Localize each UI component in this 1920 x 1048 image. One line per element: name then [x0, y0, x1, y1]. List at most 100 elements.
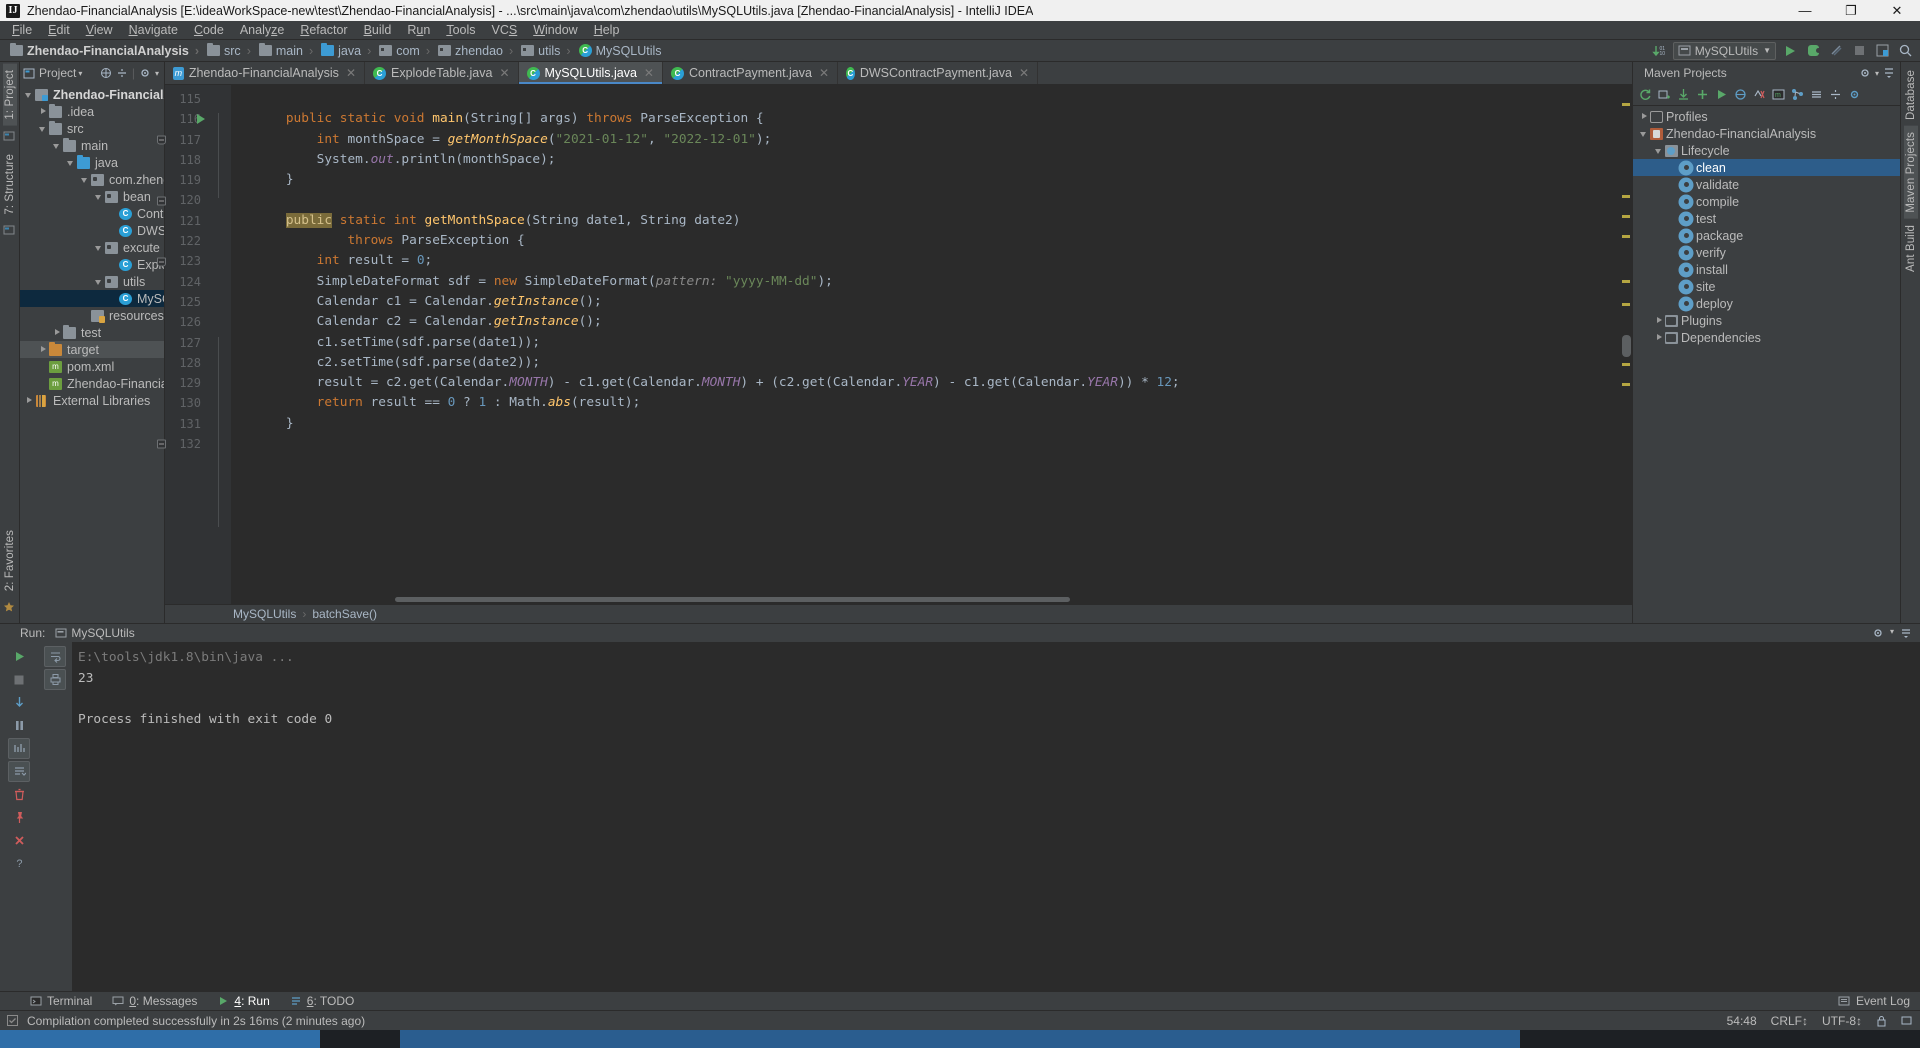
- code-editor[interactable]: public static void main(String[] args) t…: [231, 85, 1632, 604]
- tree-node-resources[interactable]: resources: [20, 307, 164, 324]
- maven-node-dependencies[interactable]: Dependencies: [1633, 329, 1900, 346]
- settings-gear-icon[interactable]: [139, 67, 151, 79]
- tree-node-excute[interactable]: excute: [20, 239, 164, 256]
- disclosure-triangle[interactable]: [1669, 162, 1680, 173]
- tool-strip-tab-ant-build[interactable]: Ant Build: [1904, 219, 1918, 278]
- disclosure-triangle[interactable]: [108, 225, 119, 236]
- tool-strip-tab-1--project[interactable]: 1: Project: [2, 64, 17, 126]
- tree-node-contractpayment[interactable]: ContractPayment: [20, 205, 164, 222]
- print-icon[interactable]: [44, 669, 66, 690]
- stop-icon[interactable]: [8, 669, 30, 690]
- breadcrumb-item-java[interactable]: java ›: [317, 42, 375, 60]
- scroll-from-source-icon[interactable]: [100, 67, 112, 79]
- tree-node-test[interactable]: test: [20, 324, 164, 341]
- maven-node-lifecycle[interactable]: Lifecycle: [1633, 142, 1900, 159]
- disclosure-triangle[interactable]: [1669, 196, 1680, 207]
- search-everywhere-icon[interactable]: [1896, 42, 1914, 60]
- skip-tests-icon[interactable]: [1750, 86, 1768, 104]
- download-sources-icon[interactable]: [1674, 86, 1692, 104]
- maven-node-zhendao-financialanalysis[interactable]: Zhendao-FinancialAnalysis: [1633, 125, 1900, 142]
- tree-node-zhendao-financialan[interactable]: Zhendao-FinancialAn: [20, 375, 164, 392]
- layout-button[interactable]: [1873, 42, 1891, 60]
- maven-node-plugins[interactable]: Plugins: [1633, 312, 1900, 329]
- tool-window-button-6--todo[interactable]: 6: TODO: [280, 992, 365, 1011]
- pin-icon[interactable]: [8, 807, 30, 828]
- disclosure-triangle[interactable]: [38, 106, 49, 117]
- run-gutter-icon[interactable]: [197, 114, 205, 125]
- maven-node-package[interactable]: package: [1633, 227, 1900, 244]
- tree-node-pom.xml[interactable]: pom.xml: [20, 358, 164, 375]
- disclosure-triangle[interactable]: [108, 208, 119, 219]
- editor-horizontal-scrollbar[interactable]: [231, 595, 1620, 604]
- execute-goal-icon[interactable]: m: [1769, 86, 1787, 104]
- scrollbar-thumb[interactable]: [1622, 335, 1631, 357]
- close-icon[interactable]: [8, 830, 30, 851]
- disclosure-triangle[interactable]: [108, 293, 119, 304]
- caret-position[interactable]: 54:48: [1727, 1014, 1757, 1028]
- disclosure-triangle[interactable]: [38, 361, 49, 372]
- settings-gear-icon[interactable]: [1859, 67, 1871, 79]
- taskbar-item[interactable]: [0, 1030, 320, 1048]
- menu-item-file[interactable]: File: [4, 21, 40, 40]
- menu-item-refactor[interactable]: Refactor: [292, 21, 355, 40]
- tree-node-mysqlutils[interactable]: MySQLUtils: [20, 290, 164, 307]
- maven-node-compile[interactable]: compile: [1633, 193, 1900, 210]
- menu-item-code[interactable]: Code: [186, 21, 232, 40]
- coverage-button[interactable]: [1827, 42, 1845, 60]
- scroll-to-end-icon[interactable]: [8, 761, 30, 782]
- disclosure-triangle[interactable]: [94, 276, 105, 287]
- help-icon[interactable]: ?: [8, 853, 30, 874]
- editor-gutter[interactable]: 115 116 117 118 119 120 121 122 123 124 125 126 127 1…: [157, 85, 231, 604]
- tool-strip-tab-database[interactable]: Database: [1904, 64, 1918, 126]
- close-icon[interactable]: ✕: [499, 66, 509, 80]
- maven-node-deploy[interactable]: deploy: [1633, 295, 1900, 312]
- editor-tab-dwscontractpayment-java[interactable]: DWSContractPayment.java ✕: [838, 62, 1039, 84]
- disclosure-triangle[interactable]: [80, 174, 91, 185]
- project-tree[interactable]: Zhendao-FinancialAnalysis .idea src main jav…: [20, 84, 164, 623]
- maven-node-test[interactable]: test: [1633, 210, 1900, 227]
- maven-node-validate[interactable]: validate: [1633, 176, 1900, 193]
- resume-icon[interactable]: [8, 692, 30, 713]
- tree-node-target[interactable]: target: [20, 341, 164, 358]
- menu-item-build[interactable]: Build: [356, 21, 400, 40]
- add-icon[interactable]: [1693, 86, 1711, 104]
- chevron-down-icon[interactable]: ▾: [1890, 627, 1894, 639]
- maven-node-install[interactable]: install: [1633, 261, 1900, 278]
- breadcrumb-item-utils[interactable]: utils ›: [517, 42, 574, 60]
- maven-node-verify[interactable]: verify: [1633, 244, 1900, 261]
- add-maven-icon[interactable]: [1655, 86, 1673, 104]
- close-icon[interactable]: ✕: [819, 66, 829, 80]
- disclosure-triangle[interactable]: [108, 259, 119, 270]
- chevron-down-icon[interactable]: ▾: [155, 69, 159, 78]
- run-console[interactable]: E:\tools\jdk1.8\bin\java ... 23 Process f…: [72, 642, 1920, 991]
- disclosure-triangle[interactable]: [1669, 281, 1680, 292]
- editor-tab-explodetable-java[interactable]: ExplodeTable.java ✕: [365, 62, 519, 84]
- tree-node-com.zhendao[interactable]: com.zhendao: [20, 171, 164, 188]
- disclosure-triangle[interactable]: [1669, 230, 1680, 241]
- disclosure-triangle[interactable]: [38, 344, 49, 355]
- tree-node-.idea[interactable]: .idea: [20, 103, 164, 120]
- maven-tree[interactable]: Profiles Zhendao-FinancialAnalysis Lifecyc…: [1633, 106, 1900, 623]
- menu-item-vcs[interactable]: VCS: [484, 21, 526, 40]
- disclosure-triangle[interactable]: [38, 378, 49, 389]
- disclosure-triangle[interactable]: [1654, 332, 1665, 343]
- rerun-icon[interactable]: [8, 646, 30, 667]
- collapse-all-icon[interactable]: [116, 67, 128, 79]
- editor-tab-contractpayment-java[interactable]: ContractPayment.java ✕: [663, 62, 839, 84]
- collapse-all-icon[interactable]: [1826, 86, 1844, 104]
- event-log-button[interactable]: Event Log: [1838, 994, 1920, 1008]
- disclosure-triangle[interactable]: [1669, 264, 1680, 275]
- tool-window-button-4--run[interactable]: 4: Run: [207, 992, 279, 1011]
- stop-button[interactable]: [1850, 42, 1868, 60]
- tool-window-button-0--messages[interactable]: 0: Messages: [102, 992, 207, 1011]
- maven-node-site[interactable]: site: [1633, 278, 1900, 295]
- disclosure-triangle[interactable]: [1669, 298, 1680, 309]
- close-button[interactable]: ✕: [1874, 0, 1920, 21]
- minimize-button[interactable]: —: [1782, 0, 1828, 21]
- disclosure-triangle[interactable]: [38, 123, 49, 134]
- disclosure-triangle[interactable]: [24, 395, 35, 406]
- taskbar-item[interactable]: [400, 1030, 1520, 1048]
- tool-window-button-terminal[interactable]: Terminal: [20, 992, 102, 1011]
- disclosure-triangle[interactable]: [1669, 179, 1680, 190]
- trace-icon[interactable]: [8, 738, 30, 759]
